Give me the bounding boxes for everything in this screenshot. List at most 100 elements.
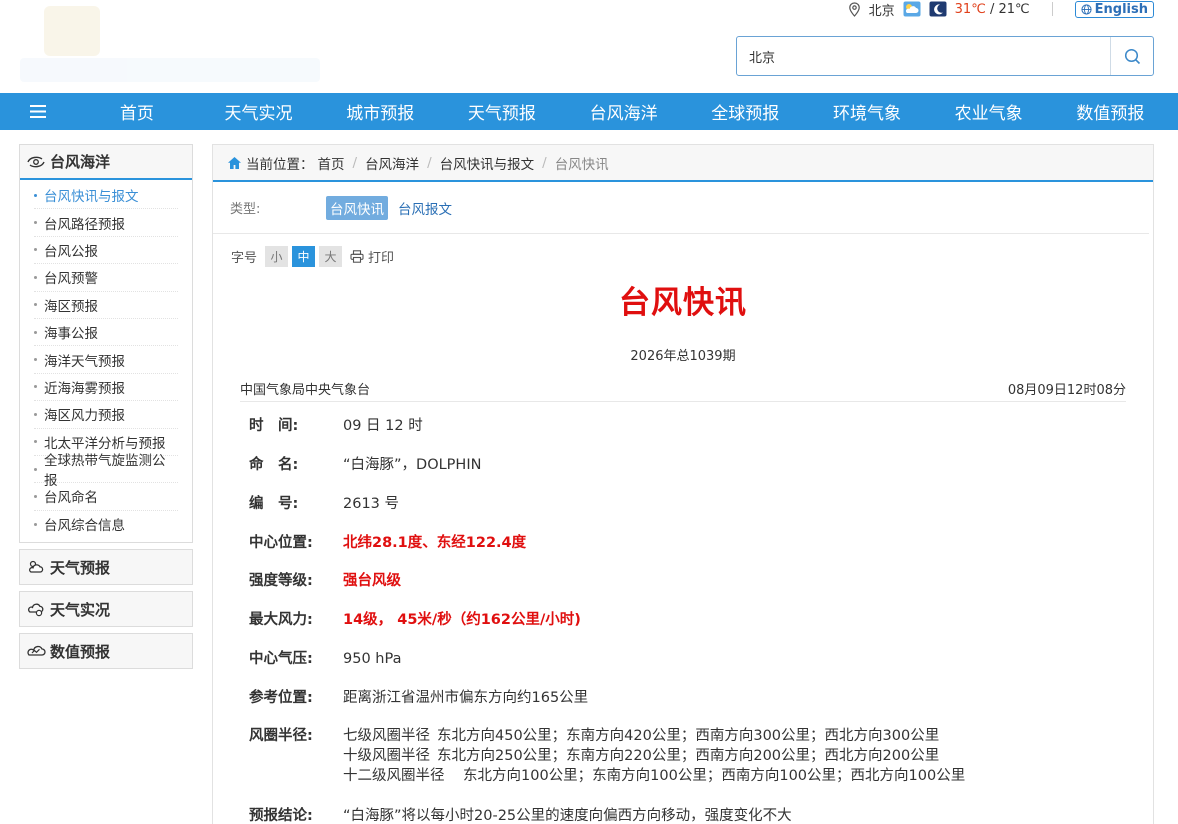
breadcrumb-typhoon-ocean[interactable]: 台风海洋 <box>365 153 419 173</box>
font-medium-button[interactable]: 中 <box>292 246 316 267</box>
sidebar-item-label: 海区预报 <box>44 298 98 315</box>
sidebar-item-label: 海洋天气预报 <box>44 353 125 370</box>
english-button[interactable]: English <box>1074 0 1154 18</box>
nav-item-global-forecast[interactable]: 全球预报 <box>684 99 806 124</box>
sidebar-item-label: 近海海雾预报 <box>44 380 125 397</box>
breadcrumb-prefix: 当前位置： <box>246 156 314 173</box>
bullet-icon <box>34 522 37 526</box>
sidebar-item-label: 台风命名 <box>44 490 98 507</box>
sidebar-item-sea-area[interactable]: 海区预报 <box>34 292 178 319</box>
nav-item-numerical[interactable]: 数值预报 <box>1050 99 1172 124</box>
type-filter: 类型: 台风快讯 台风报文 <box>213 182 1149 234</box>
nav-item-home[interactable]: 首页 <box>76 99 198 124</box>
detail-row-intensity: 强度等级: 强台风级 <box>249 571 1129 591</box>
cloudy-day-icon <box>903 1 921 17</box>
logo-banner <box>20 58 320 82</box>
font-small-button[interactable]: 小 <box>265 246 289 267</box>
font-size-controls: 字号 小 中 大 打印 <box>231 246 394 267</box>
detail-value: 强台风级 <box>343 573 401 589</box>
home-icon <box>228 156 241 169</box>
night-moon-icon <box>929 1 947 17</box>
sidebar-item-bulletin[interactable]: 台风公报 <box>34 237 178 265</box>
print-button[interactable]: 打印 <box>350 247 394 266</box>
article-title: 台风快讯 <box>619 285 747 321</box>
wind-radius-line: 十级风圈半径 东北方向250公里；东南方向220公里；西南方向200公里；西北方向… <box>343 746 965 766</box>
nav-item-environment[interactable]: 环境气象 <box>806 99 928 124</box>
wind-radius-text: 东北方向450公里；东南方向420公里；西南方向300公里；西北方向300公里 <box>437 728 940 744</box>
sidebar-item-typhoon-news[interactable]: 台风快讯与报文 <box>34 182 178 210</box>
sidebar: 台风海洋 台风快讯与报文 台风路径预报 台风公报 台风预警 海区预报 海事公报 … <box>19 144 193 670</box>
sidebar-item-label: 海区风力预报 <box>44 408 125 425</box>
breadcrumb-home[interactable]: 首页 <box>318 153 345 173</box>
wind-radius-grade: 十级风圈半径 <box>343 748 430 764</box>
detail-row-center-position: 中心位置: 北纬28.1度、东经122.4度 <box>249 533 1129 553</box>
breadcrumb-typhoon-news[interactable]: 台风快讯与报文 <box>440 153 535 173</box>
nav-item-agriculture[interactable]: 农业气象 <box>928 99 1050 124</box>
search-input[interactable] <box>737 37 1110 75</box>
logo-emblem <box>44 6 100 56</box>
type-filter-label: 类型: <box>230 202 261 217</box>
sidebar-item-track-forecast[interactable]: 台风路径预报 <box>34 209 178 237</box>
bullet-icon <box>34 440 37 444</box>
detail-key: 命 名: <box>249 457 299 473</box>
sidebar-section-header[interactable]: 台风海洋 <box>20 145 192 180</box>
sidebar-item-fog[interactable]: 近海海雾预报 <box>34 374 178 402</box>
printer-icon <box>350 250 364 263</box>
wind-radius-text: 东北方向100公里；东南方向100公里；西南方向100公里；西北方向100公里 <box>463 768 966 784</box>
breadcrumb-separator: / <box>427 154 432 171</box>
sidebar-item-warning[interactable]: 台风预警 <box>34 264 178 292</box>
detail-key: 参考位置: <box>249 690 313 706</box>
sidebar-item-label: 海事公报 <box>44 326 98 343</box>
sidebar-item-wind[interactable]: 海区风力预报 <box>34 401 178 429</box>
detail-row-time: 时 间: 09 日 12 时 <box>249 416 1129 436</box>
search-button[interactable] <box>1110 37 1153 75</box>
sidebar-item-ocean-weather[interactable]: 海洋天气预报 <box>34 346 178 374</box>
nav-item-weather-forecast[interactable]: 天气预报 <box>441 99 563 124</box>
sidebar-item-info[interactable]: 台风综合信息 <box>34 511 178 538</box>
site-logo[interactable] <box>20 6 325 84</box>
sidebar-section-title: 台风海洋 <box>50 153 111 171</box>
sidebar-category-weather-live[interactable]: 天气实况 <box>19 591 193 628</box>
bullet-icon <box>34 330 37 334</box>
sidebar-category-weather-forecast[interactable]: 天气预报 <box>19 549 193 586</box>
bullet-icon <box>34 221 37 225</box>
sidebar-item-label: 台风公报 <box>44 243 98 260</box>
article-source: 中国气象局中央气象台 <box>240 383 371 398</box>
font-size-label: 字号 <box>231 251 258 266</box>
detail-value: 2613 号 <box>343 496 400 512</box>
wind-radius-text: 东北方向250公里；东南方向220公里；西南方向200公里；西北方向200公里 <box>437 748 940 764</box>
bullet-icon <box>34 358 37 362</box>
bullet-icon <box>34 275 37 279</box>
location-pin-icon <box>848 1 860 17</box>
detail-value: “白海豚”将以每小时20-25公里的速度向偏西方向移动，强度变化不大 <box>343 808 792 824</box>
sidebar-item-global-cyclone[interactable]: 全球热带气旋监测公报 <box>34 453 178 489</box>
bullet-icon <box>34 303 37 307</box>
detail-row-number: 编 号: 2613 号 <box>249 494 1129 514</box>
topbar: 北京 31℃ / 21℃ English <box>848 0 1154 19</box>
sidebar-category-numerical[interactable]: 数值预报 <box>19 633 193 670</box>
detail-row-reference: 参考位置: 距离浙江省温州市偏东方向约165公里 <box>249 688 1129 708</box>
detail-key: 时 间: <box>249 418 299 434</box>
type-tag-news[interactable]: 台风快讯 <box>326 195 388 220</box>
current-city[interactable]: 北京 <box>869 0 895 19</box>
nav-item-city-forecast[interactable]: 城市预报 <box>319 99 441 124</box>
sidebar-item-label: 台风快讯与报文 <box>44 189 139 206</box>
font-large-button[interactable]: 大 <box>319 246 343 267</box>
menu-button[interactable] <box>0 105 76 118</box>
nav-item-weather-live[interactable]: 天气实况 <box>198 99 320 124</box>
bullet-icon <box>34 412 37 416</box>
sidebar-item-maritime[interactable]: 海事公报 <box>34 319 178 347</box>
typhoon-icon <box>27 156 45 167</box>
cloud-sun-icon <box>29 560 44 573</box>
site-header: 北京 31℃ / 21℃ English <box>0 0 1178 93</box>
topbar-divider <box>1051 2 1053 16</box>
search-icon <box>1124 48 1140 64</box>
detail-row-max-wind: 最大风力: 14级， 45米/秒（约162公里/小时) <box>249 610 1129 630</box>
wind-radius-line: 十二级风圈半径 东北方向100公里；东南方向100公里；西南方向100公里；西北方… <box>343 766 965 786</box>
type-tag-report[interactable]: 台风报文 <box>394 196 456 220</box>
main-content: 当前位置： 首页 / 台风海洋 / 台风快讯与报文 / 台风快讯 类型: 台风快… <box>212 144 1154 824</box>
bullet-icon <box>34 248 37 252</box>
nav-item-typhoon-ocean[interactable]: 台风海洋 <box>563 99 685 124</box>
detail-key: 强度等级: <box>249 573 313 589</box>
sidebar-item-label: 台风路径预报 <box>44 216 125 233</box>
